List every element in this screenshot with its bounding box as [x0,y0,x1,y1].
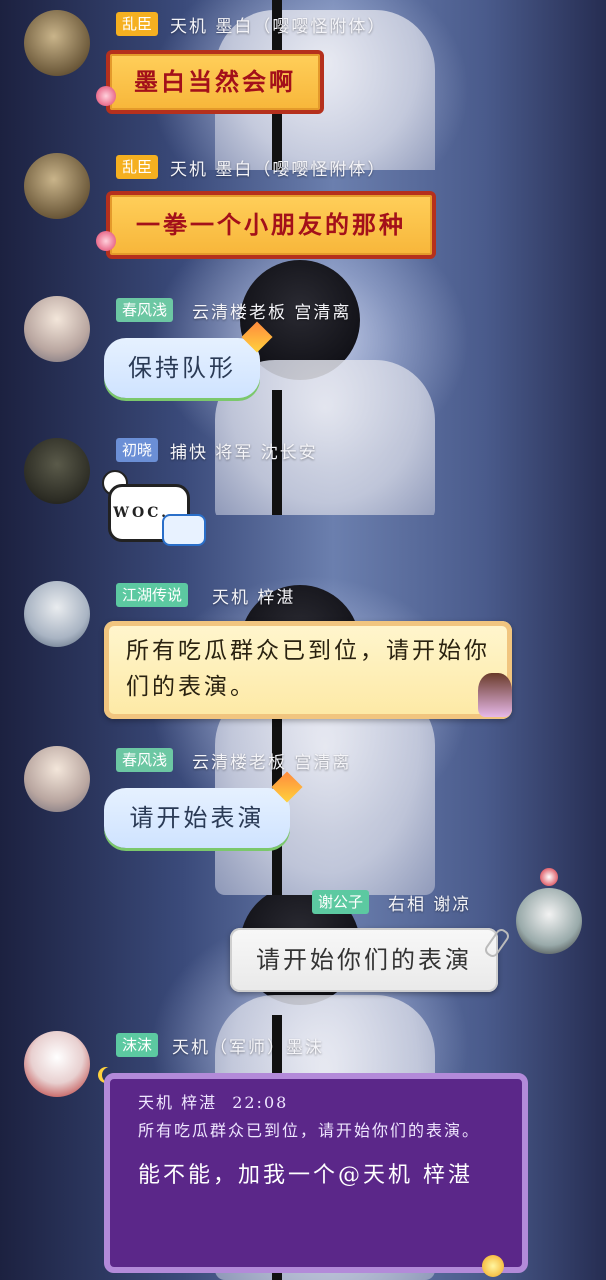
sender-name[interactable]: 天机 梓湛 [212,583,295,608]
sender-name[interactable]: 捕快 将军 沈长安 [170,438,318,463]
avatar[interactable] [24,746,90,812]
avatar[interactable] [24,153,90,219]
chat-message: 乱臣 天机 墨白（嘤嘤怪附体） 墨白当然会啊 [0,0,606,130]
quoted-message[interactable]: 天机 梓湛 22:08 所有吃瓜群众已到位，请开始你们的表演。 [138,1089,510,1145]
member-title-badge: 谢公子 [312,890,370,914]
chat-message-self: 谢公子 右相 谢凉 请开始你们的表演 [0,868,606,1010]
reply-text: 能不能，加我一个@天机 梓湛 [138,1163,473,1188]
message-bubble[interactable]: 天机 梓湛 22:08 所有吃瓜群众已到位，请开始你们的表演。 能不能，加我一个… [104,1073,528,1273]
chat-message: 沫沫 天机（军师）墨沫 天机 梓湛 22:08 所有吃瓜群众已到位，请开始你们的… [0,1025,606,1280]
quote-author: 天机 梓湛 [138,1093,218,1112]
message-bubble[interactable]: 保持队形 [104,338,260,398]
plum-blossom-icon [96,86,116,106]
sender-name[interactable]: 云清楼老板 宫清离 [192,298,351,323]
sender-name[interactable]: 天机 墨白（嘤嘤怪附体） [170,155,386,180]
avatar[interactable] [24,1031,90,1097]
chat-message: 初晓 捕快 将军 沈长安 WOC... [0,430,606,560]
sender-name[interactable]: 云清楼老板 宫清离 [192,748,351,773]
member-title-badge: 沫沫 [116,1033,159,1057]
message-bubble[interactable]: 墨白当然会啊 [106,50,324,114]
avatar[interactable] [24,296,90,362]
chat-message: 江湖传说 天机 梓湛 所有吃瓜群众已到位，请开始你们的表演。 [0,575,606,725]
member-title-badge: 春风浅 [116,748,174,772]
message-bubble[interactable]: 请开始你们的表演 [230,928,498,992]
sun-icon [482,1255,504,1277]
flower-ornament-icon [540,868,558,886]
avatar[interactable] [516,888,582,954]
sender-name[interactable]: 天机 墨白（嘤嘤怪附体） [170,12,386,37]
chat-message: 春风浅 云清楼老板 宫清离 请开始表演 [0,740,606,870]
avatar[interactable] [24,438,90,504]
avatar[interactable] [24,10,90,76]
sender-name[interactable]: 右相 谢凉 [388,890,471,915]
quote-time: 22:08 [232,1093,289,1112]
member-title-badge: 春风浅 [116,298,174,322]
chat-message: 乱臣 天机 墨白（嘤嘤怪附体） 一拳一个小朋友的那种 [0,145,606,275]
cartoon-girl-icon [478,673,512,717]
member-title-badge: 初晓 [116,438,159,462]
plum-blossom-icon [96,231,116,251]
member-title-badge: 乱臣 [116,155,159,179]
message-bubble[interactable]: 请开始表演 [104,788,290,848]
avatar[interactable] [24,581,90,647]
chat-message: 春风浅 云清楼老板 宫清离 保持队形 [0,290,606,420]
member-title-badge: 乱臣 [116,12,159,36]
member-title-badge: 江湖传说 [116,583,189,607]
sender-name[interactable]: 天机（军师）墨沫 [172,1033,324,1058]
message-bubble[interactable]: 所有吃瓜群众已到位，请开始你们的表演。 [104,621,512,719]
cartoon-reader-icon [162,514,206,546]
quote-text: 所有吃瓜群众已到位，请开始你们的表演。 [138,1121,481,1140]
message-bubble[interactable]: 一拳一个小朋友的那种 [106,191,436,259]
